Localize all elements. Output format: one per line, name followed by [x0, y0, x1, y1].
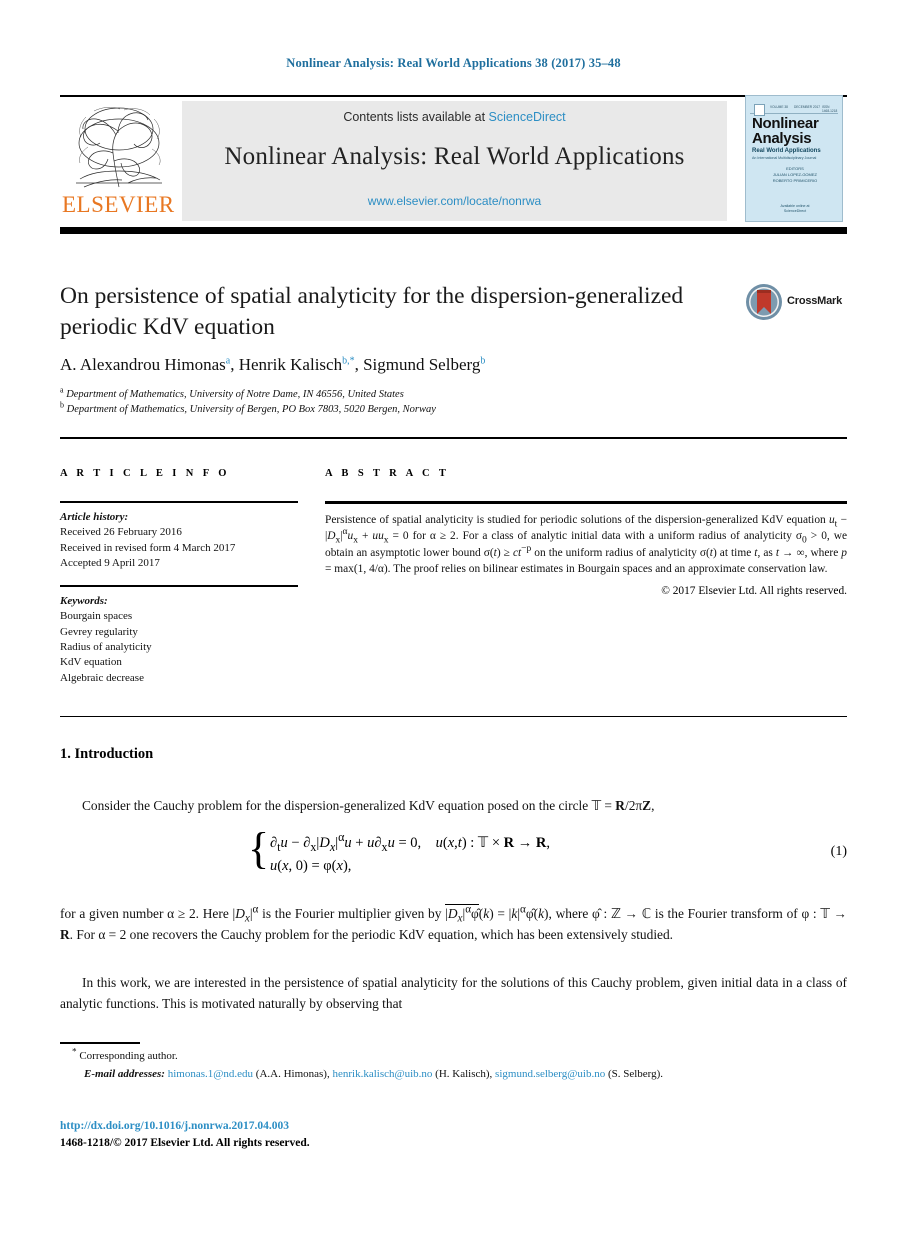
cover-top-bar: VOLUME 38 DECEMBER 2017 ISSN 1468-1218: [750, 100, 838, 116]
running-head: Nonlinear Analysis: Real World Applicati…: [286, 56, 621, 70]
journal-url-link[interactable]: www.elsevier.com/locate/nonrwa: [182, 194, 727, 208]
footer-doi-block: http://dx.doi.org/10.1016/j.nonrwa.2017.…: [60, 1118, 310, 1151]
info-bottom-rule: [60, 716, 847, 717]
abstract-column: A B S T R A C T Persistence of spatial a…: [325, 468, 847, 597]
paragraph-intro-3: In this work, we are interested in the p…: [60, 975, 847, 1011]
abstract-heading: A B S T R A C T: [325, 468, 450, 479]
article-history-label: Article history:: [60, 511, 129, 523]
title-bottom-rule: [60, 437, 847, 439]
email-owner: (A.A. Himonas): [255, 1068, 327, 1080]
masthead-top-rule: [60, 95, 847, 97]
elsevier-wordmark: ELSEVIER: [62, 192, 175, 217]
journal-title: Nonlinear Analysis: Real World Applicati…: [224, 143, 685, 170]
issn-copyright-line: 1468-1218/© 2017 Elsevier Ltd. All right…: [60, 1136, 310, 1149]
email-owner: (S. Selberg).: [607, 1068, 664, 1080]
keyword-item: Algebraic decrease: [60, 671, 144, 684]
equation-number: (1): [830, 844, 847, 859]
abstract-copyright: © 2017 Elsevier Ltd. All rights reserved…: [661, 584, 847, 597]
email-addresses-note: E-mail addresses: himonas.1@nd.edu (A.A.…: [84, 1068, 664, 1080]
corresponding-author-note: * Corresponding author.: [72, 1046, 178, 1062]
journal-masthead: ELSEVIER Contents lists available at Sci…: [60, 95, 847, 223]
email-link[interactable]: sigmund.selberg@uib.no: [495, 1068, 605, 1080]
contents-available-line: Contents lists available at ScienceDirec…: [182, 110, 727, 124]
footnote-rule: [60, 1042, 140, 1044]
article-title: On persistence of spatial analyticity fo…: [60, 283, 684, 340]
sciencedirect-link[interactable]: ScienceDirect: [489, 110, 566, 124]
keyword-item: KdV equation: [60, 656, 122, 669]
abstract-text: Persistence of spatial analyticity is st…: [325, 513, 847, 576]
paper-page: Nonlinear Analysis: Real World Applicati…: [0, 0, 907, 1238]
article-info-rule: [60, 501, 298, 503]
footnote-block: * Corresponding author. E-mail addresses…: [60, 1046, 847, 1082]
email-label: E-mail addresses:: [84, 1068, 165, 1080]
crossmark-icon: [745, 283, 783, 321]
contents-prefix: Contents lists available at: [343, 110, 489, 124]
equation-1: { ∂tu − ∂x|Dx|αu + u∂xu = 0, u(x,t) : 𝕋 …: [60, 824, 847, 887]
history-item: Received 26 February 2016: [60, 526, 182, 539]
article-info-heading: A R T I C L E I N F O: [60, 468, 230, 479]
history-item: Accepted 9 April 2017: [60, 556, 160, 569]
article-info-column: A R T I C L E I N F O Article history: R…: [60, 468, 298, 686]
cover-editors: EDITORS JULIAN LOPEZ-GOMEZ ROBERTO PRIMI…: [772, 166, 818, 183]
keyword-item: Bourgain spaces: [60, 610, 133, 623]
cover-subtitle-2: An International Multidisciplinary Journ…: [752, 156, 817, 160]
affiliation-a: a Department of Mathematics, University …: [60, 385, 404, 400]
paragraph-intro-1: Consider the Cauchy problem for the disp…: [82, 798, 655, 813]
keywords-label: Keywords:: [60, 595, 108, 608]
keywords-block: Keywords: Bourgain spaces Gevrey regular…: [60, 594, 298, 686]
section-heading-introduction: 1. Introduction: [60, 746, 154, 762]
abstract-rule: [325, 501, 847, 504]
cover-issn: ISSN 1468-1218: [822, 105, 838, 113]
masthead-bottom-rule: [60, 227, 847, 234]
email-link[interactable]: himonas.1@nd.edu: [168, 1068, 253, 1080]
masthead-panel: Contents lists available at ScienceDirec…: [182, 101, 727, 221]
keyword-item: Gevrey regularity: [60, 625, 138, 638]
elsevier-logo[interactable]: ELSEVIER: [60, 101, 178, 223]
affiliation-b: b Department of Mathematics, University …: [60, 400, 436, 415]
doi-link[interactable]: http://dx.doi.org/10.1016/j.nonrwa.2017.…: [60, 1118, 310, 1135]
cover-volume: VOLUME 38: [770, 105, 788, 109]
crossmark-badge-group[interactable]: CrossMark: [745, 283, 845, 323]
author-list: A. Alexandrou Himonasa, Henrik Kalischb,…: [60, 355, 486, 374]
history-item: Received in revised form 4 March 2017: [60, 541, 236, 554]
cover-title-line2: Analysis: [752, 130, 812, 147]
keyword-item: Radius of analyticity: [60, 641, 152, 654]
equation-line-2: u(x, 0) = φ(x),: [270, 858, 352, 874]
cover-title: Nonlinear Analysis: [752, 116, 840, 146]
cover-title-line1: Nonlinear: [752, 115, 819, 132]
cover-date: DECEMBER 2017: [794, 105, 821, 109]
journal-cover-thumbnail[interactable]: VOLUME 38 DECEMBER 2017 ISSN 1468-1218 N…: [745, 95, 843, 222]
keywords-rule: [60, 585, 298, 588]
paragraph-intro-2: for a given number α ≥ 2. Here |Dx|α is …: [60, 903, 847, 942]
cover-subtitle: Real World Applications: [752, 148, 821, 154]
equation-line-1: ∂tu − ∂x|Dx|αu + u∂xu = 0, u(x,t) : 𝕋 × …: [270, 830, 550, 854]
crossmark-label: CrossMark: [787, 295, 843, 307]
elsevier-tree-icon: [64, 103, 174, 191]
cover-footer: Available online at ScienceDirect: [780, 204, 810, 213]
equation-brace: {: [248, 824, 270, 873]
affiliations: a Department of Mathematics, University …: [60, 385, 760, 417]
email-owner: (H. Kalisch): [435, 1068, 490, 1080]
email-link[interactable]: henrik.kalisch@uib.no: [332, 1068, 432, 1080]
equation-body: ∂tu − ∂x|Dx|αu + u∂xu = 0, u(x,t) : 𝕋 × …: [270, 830, 550, 878]
article-history: Article history: Received 26 February 20…: [60, 510, 298, 571]
